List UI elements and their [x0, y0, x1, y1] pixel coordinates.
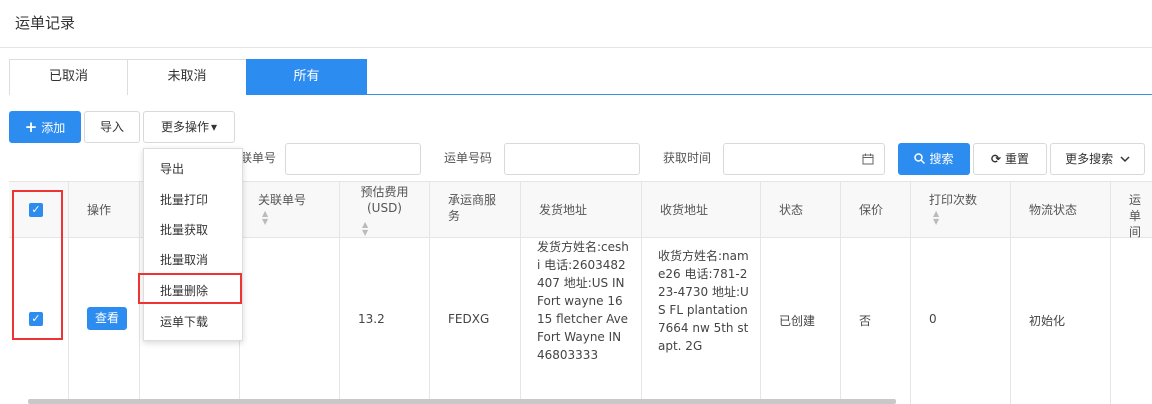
header-logistics: 物流状态: [1011, 182, 1111, 238]
row-print-count-cell: 0: [911, 238, 1011, 404]
menu-item-waybill-download[interactable]: 运单下载: [144, 308, 242, 336]
sort-icon[interactable]: ▲ ▼: [362, 221, 368, 237]
related-number-label: 联单号: [240, 151, 277, 165]
header-insured: 保价: [841, 182, 911, 238]
row-select-cell: ✓: [9, 238, 69, 404]
tab-cancelled[interactable]: 已取消: [9, 59, 128, 95]
horizontal-scrollbar[interactable]: [28, 399, 896, 404]
reset-button-label: 重置: [1005, 152, 1030, 166]
search-button-label: 搜索: [929, 152, 954, 166]
menu-item-batch-print[interactable]: 批量打印: [144, 186, 242, 214]
menu-item-export[interactable]: 导出: [144, 155, 242, 183]
more-actions-button[interactable]: 更多操作 ▾: [143, 111, 235, 143]
page-title: 运单记录: [15, 14, 76, 32]
fee-value: 13.2: [358, 312, 385, 326]
view-button[interactable]: 查看: [87, 307, 127, 330]
header-ship-to: 收货地址: [642, 182, 761, 238]
fetch-time-label: 获取时间: [663, 151, 712, 165]
ship-to-address: 收货方姓名:name26 电话:781-223-4730 地址:US FL pl…: [658, 249, 749, 353]
header-waybill-time-label: 运单 间: [1129, 193, 1142, 239]
chevron-down-icon: [1120, 156, 1130, 163]
carrier-value: FEDXG: [448, 312, 490, 326]
calendar-icon: [862, 153, 874, 165]
more-actions-label: 更多操作: [160, 120, 209, 134]
caret-down-icon: ▾: [210, 120, 218, 134]
fetch-time-picker[interactable]: [723, 143, 885, 175]
header-status: 状态: [761, 182, 841, 238]
header-action: 操作: [69, 182, 140, 238]
sort-icon[interactable]: ▲ ▼: [933, 210, 939, 226]
header-ship-to-label: 收货地址: [660, 203, 709, 217]
row-logistics-cell: 初始化: [1011, 238, 1111, 404]
status-value: 已创建: [779, 314, 816, 328]
header-waybill-time: 运单 间: [1111, 182, 1152, 239]
row-related-cell: [240, 238, 340, 404]
waybill-number-label: 运单号码: [444, 151, 493, 165]
ship-from-address: 发货方姓名:ceshi 电话:2603482407 地址:US IN Fort …: [537, 240, 629, 362]
row-checkbox[interactable]: ✓: [29, 312, 43, 326]
refresh-icon: ⟳: [990, 152, 1002, 166]
header-print-count-label: 打印次数: [929, 193, 978, 207]
row-waybill-time-cell: [1111, 238, 1152, 404]
tab-not-cancelled[interactable]: 未取消: [127, 59, 247, 95]
header-select-all: ✓: [9, 182, 69, 238]
select-all-checkbox[interactable]: ✓: [29, 203, 43, 217]
header-logistics-label: 物流状态: [1029, 203, 1078, 217]
header-related-label: 关联单号: [258, 193, 307, 207]
header-related[interactable]: 关联单号 ▲ ▼: [240, 182, 340, 238]
row-ship-to-cell: 收货方姓名:name26 电话:781-223-4730 地址:US FL pl…: [642, 238, 761, 404]
search-icon: [914, 153, 926, 165]
row-action-cell: 查看: [69, 238, 140, 404]
header-print-count[interactable]: 打印次数 ▲ ▼: [911, 182, 1011, 238]
row-ship-from-cell: 发货方姓名:ceshi 电话:2603482407 地址:US IN Fort …: [521, 238, 642, 404]
logistics-value: 初始化: [1029, 314, 1066, 328]
header-fee[interactable]: 预估费用 (USD) ▲ ▼: [340, 182, 430, 238]
sort-icon[interactable]: ▲ ▼: [262, 210, 268, 226]
status-tabs: 已取消 未取消 所有: [9, 59, 1152, 95]
row-carrier-cell: FEDXG: [430, 238, 521, 404]
waybill-number-input[interactable]: [504, 143, 640, 175]
add-button-label: 添加: [41, 121, 66, 135]
header-carrier: 承运商服 务: [430, 182, 521, 238]
row-insured-cell: 否: [841, 238, 911, 404]
menu-item-batch-delete[interactable]: 批量删除: [144, 277, 242, 305]
insured-value: 否: [859, 314, 872, 328]
add-button[interactable]: + 添加: [9, 111, 81, 143]
related-number-input[interactable]: [285, 143, 421, 175]
page-header: 运单记录: [0, 0, 1152, 48]
header-ship-from-label: 发货地址: [539, 203, 588, 217]
header-fee-label: 预估费用 (USD): [360, 185, 409, 215]
more-search-label: 更多搜索: [1065, 152, 1114, 166]
row-status-cell: 已创建: [761, 238, 841, 404]
menu-item-batch-cancel[interactable]: 批量取消: [144, 246, 242, 274]
header-carrier-label: 承运商服 务: [448, 193, 497, 223]
plus-icon: +: [24, 118, 38, 136]
print-count-value: 0: [929, 312, 937, 326]
header-action-label: 操作: [87, 203, 112, 217]
row-fee-cell: 13.2: [340, 238, 430, 404]
more-search-button[interactable]: 更多搜索: [1050, 143, 1145, 175]
header-status-label: 状态: [779, 203, 804, 217]
header-ship-from: 发货地址: [521, 182, 642, 238]
more-actions-dropdown: 导出 批量打印 批量获取 批量取消 批量删除 运单下载: [143, 148, 243, 341]
tab-all[interactable]: 所有: [246, 59, 367, 95]
search-button[interactable]: 搜索: [898, 143, 970, 175]
import-button[interactable]: 导入: [84, 111, 140, 143]
header-insured-label: 保价: [859, 203, 884, 217]
menu-item-batch-fetch[interactable]: 批量获取: [144, 216, 242, 244]
reset-button[interactable]: ⟳ 重置: [973, 143, 1047, 175]
